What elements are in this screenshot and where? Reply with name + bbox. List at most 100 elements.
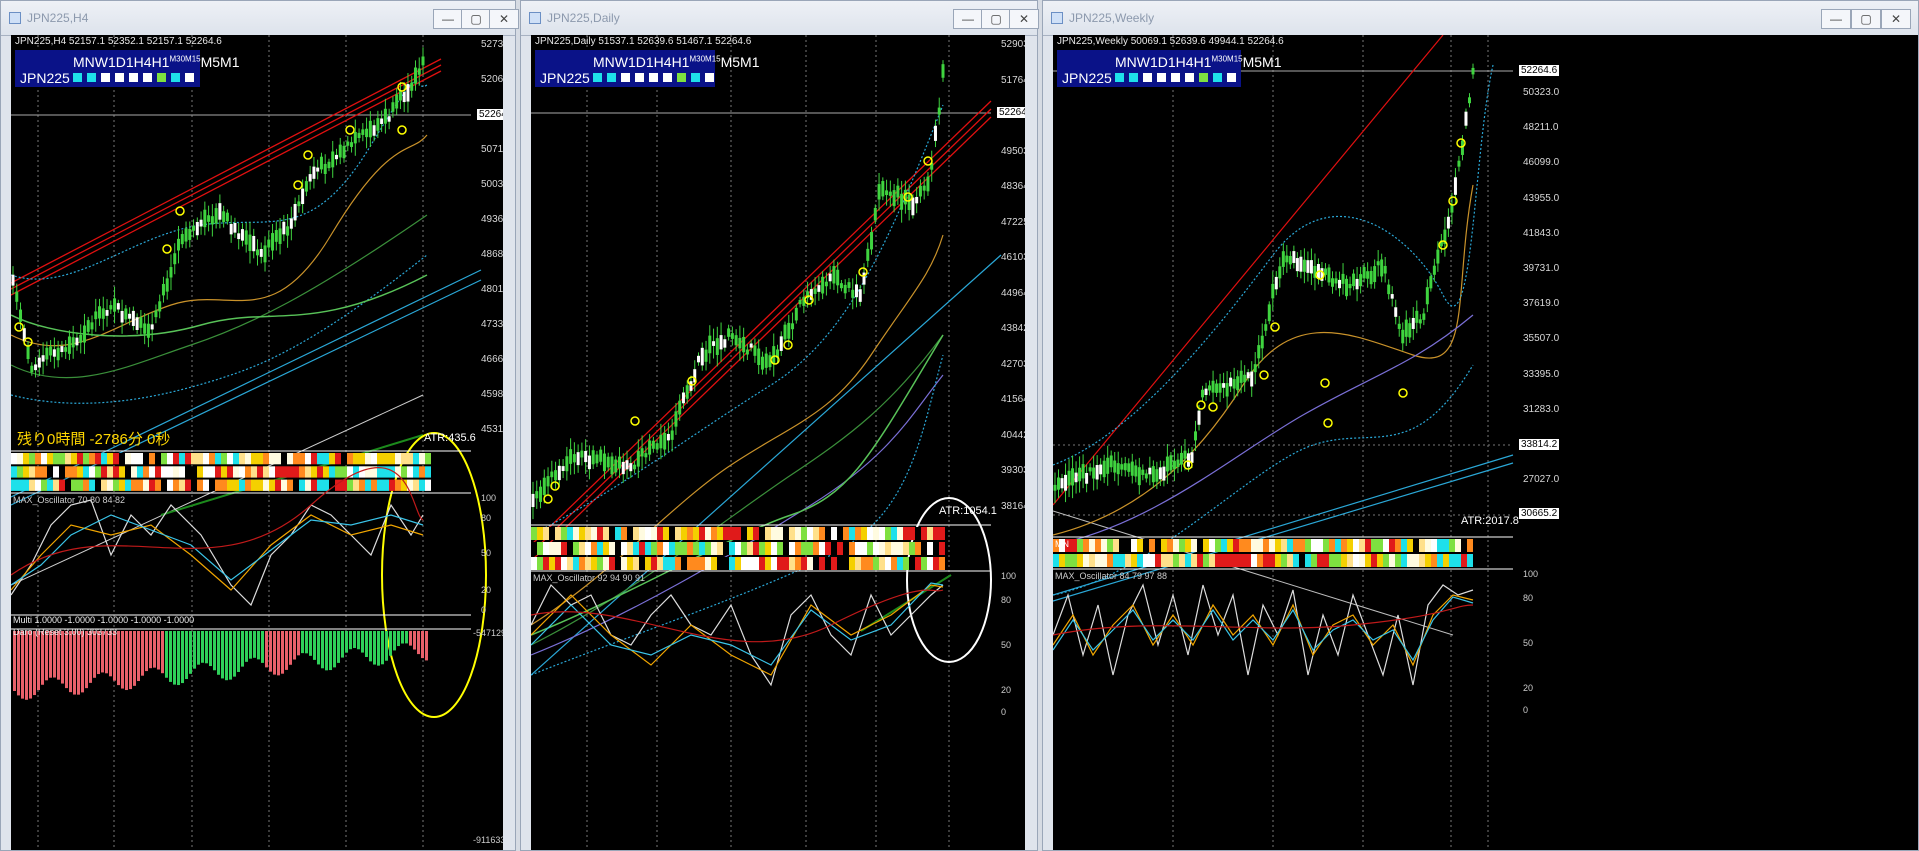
strength-cell (1431, 554, 1437, 567)
candle-body (79, 334, 83, 343)
minimize-button[interactable]: — (953, 9, 983, 29)
strength-cell (621, 542, 627, 555)
close-button[interactable]: ✕ (1009, 9, 1039, 29)
chart-canvas[interactable] (1053, 35, 1918, 850)
histogram-bar (53, 631, 56, 678)
strength-cell (125, 479, 131, 491)
strength-cell (555, 542, 561, 555)
histogram-bar (285, 631, 288, 670)
maximize-button[interactable]: ▢ (461, 9, 491, 29)
strength-cell (269, 479, 275, 491)
strength-cell (753, 527, 759, 540)
level-tag: 30665.2 (1519, 508, 1560, 519)
price-chart-h4[interactable]: JPN225,H4 52157.1 52352.1 52157.1 52264.… (11, 35, 503, 850)
strength-cell (101, 466, 107, 478)
strength-cell (759, 527, 765, 540)
strength-cell (585, 527, 591, 540)
candle-body (1327, 267, 1331, 283)
candle-body (531, 493, 535, 508)
histogram-bar (197, 631, 200, 665)
maximize-button[interactable]: ▢ (981, 9, 1011, 29)
candle-body (308, 174, 312, 182)
candle-body (1092, 467, 1096, 479)
moving-averages (531, 104, 944, 676)
timeframe-panel[interactable]: MNW1D1H4H1M30M15M5M1 JPN225 (1057, 50, 1282, 87)
strength-cell (299, 453, 305, 465)
strength-cell (663, 542, 669, 555)
strength-cell (645, 557, 651, 570)
candle-body (1183, 450, 1187, 459)
candle-body (1095, 465, 1099, 480)
histogram-bar (225, 631, 228, 681)
tf-square (185, 73, 194, 82)
tf-square (1157, 73, 1166, 82)
strength-cell (71, 466, 77, 478)
candle-body (331, 151, 335, 168)
strength-cell (891, 557, 897, 570)
strength-cell (29, 453, 35, 465)
candle-body (614, 459, 618, 473)
strength-cell (119, 466, 125, 478)
strength-cell (693, 542, 699, 555)
strength-cell (221, 453, 227, 465)
timeframe-panel[interactable]: MNW1D1H4H1M30M15M5M1 JPN225 (535, 50, 760, 87)
price-axis-label: 46666.0 (481, 354, 503, 365)
strength-cell (909, 557, 915, 570)
minimize-button[interactable]: — (1821, 9, 1851, 29)
window-titlebar[interactable]: JPN225,H4 — ▢ ✕ (1, 1, 519, 36)
candle-body (146, 323, 150, 338)
maximize-button[interactable]: ▢ (1851, 9, 1881, 29)
strength-cell (1095, 554, 1101, 567)
candle-body (565, 456, 569, 472)
candle-body (218, 203, 222, 220)
osc-level-20: 20 (1523, 683, 1534, 693)
price-axis-label: 33395.0 (1523, 368, 1560, 380)
strength-cell (807, 557, 813, 570)
window-titlebar[interactable]: JPN225,Daily — ▢ ✕ (521, 1, 1039, 36)
strength-cell (1371, 539, 1377, 552)
chart-window-daily[interactable]: JPN225,Daily — ▢ ✕ JPN225,Daily 51537.1 … (520, 0, 1039, 851)
histogram-bar (29, 631, 32, 699)
candle-body (1253, 364, 1257, 373)
strength-cell (801, 542, 807, 555)
price-chart-daily[interactable]: JPN225,Daily 51537.1 52639.6 51467.1 522… (531, 35, 1025, 850)
strength-cell (903, 557, 909, 570)
strength-cell (101, 479, 107, 491)
price-chart-weekly[interactable]: JPN225,Weekly 50069.1 52639.6 49944.1 52… (1053, 35, 1918, 850)
strength-cell (621, 527, 627, 540)
strength-cell (269, 466, 275, 478)
strength-cell (41, 466, 47, 478)
strength-cell (1203, 554, 1209, 567)
price-axis-label: 42703.0 (1001, 358, 1025, 370)
window-titlebar[interactable]: JPN225,Weekly — ▢ ✕ (1043, 1, 1918, 36)
candle-body (173, 253, 177, 265)
close-button[interactable]: ✕ (489, 9, 519, 29)
trendlines (11, 58, 482, 586)
histogram-bar (229, 631, 232, 680)
strength-cell (1143, 554, 1149, 567)
strength-cell (215, 453, 221, 465)
strength-cell (227, 479, 233, 491)
candle-body (1179, 452, 1183, 465)
strength-cell (579, 527, 585, 540)
close-button[interactable]: ✕ (1881, 9, 1911, 29)
histogram-bar (333, 631, 336, 668)
strength-cell (543, 557, 549, 570)
chart-window-h4[interactable]: JPN225,H4 — ▢ ✕ JPN225,H4 52157.1 52352.… (0, 0, 519, 851)
strength-cell (729, 527, 735, 540)
chart-window-weekly[interactable]: JPN225,Weekly — ▢ ✕ JPN225,Weekly 50069.… (1042, 0, 1919, 851)
strength-cell (657, 527, 663, 540)
candle-body (911, 197, 915, 216)
candle-body (203, 209, 207, 228)
timeframe-panel[interactable]: MNW1D1H4H1M30M15M5M1 JPN225 (15, 50, 240, 87)
candle-body (1239, 370, 1243, 383)
candle-body (697, 355, 701, 363)
strength-matrix (531, 527, 945, 570)
strength-cell (567, 542, 573, 555)
strength-cell (257, 466, 263, 478)
chart-canvas[interactable] (531, 35, 1025, 850)
strength-cell (843, 557, 849, 570)
minimize-button[interactable]: — (433, 9, 463, 29)
candle-body (723, 339, 727, 348)
strength-cell (861, 542, 867, 555)
